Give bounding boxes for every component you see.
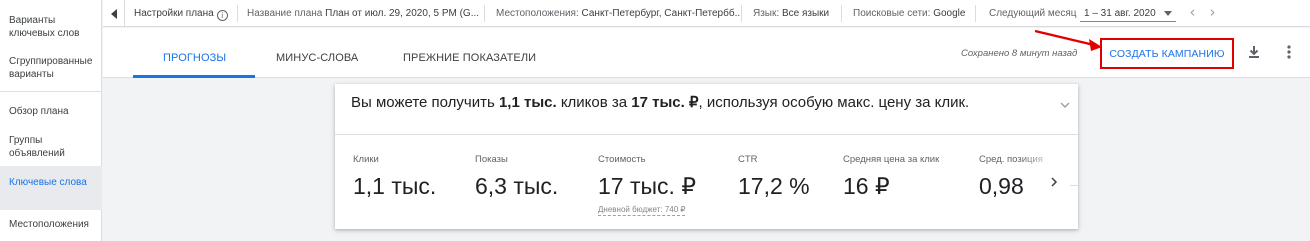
saved-status: Сохранено 8 минут назад — [961, 48, 1078, 59]
metric-value: 0,98 — [979, 173, 1024, 199]
plan-settings[interactable]: Настройки плана i — [134, 8, 228, 21]
card-divider — [335, 134, 1078, 135]
chevron-down-icon[interactable] — [1060, 101, 1070, 109]
plan-language[interactable]: Язык: Все языки — [753, 8, 829, 20]
divider — [741, 5, 742, 22]
create-campaign-button[interactable]: СОЗДАТЬ КАМПАНИЮ — [1100, 38, 1234, 69]
plan-locations[interactable]: Местоположения: Санкт-Петербург, Санкт-П… — [496, 8, 743, 20]
metric-label: CTR — [738, 154, 758, 165]
more-vert-icon[interactable] — [1281, 44, 1297, 60]
metric-value: 16 ₽ — [843, 173, 890, 199]
date-range-value: 1 – 31 авг. 2020 — [1084, 8, 1156, 19]
info-icon[interactable]: i — [216, 10, 228, 21]
chevron-right-icon[interactable] — [1045, 173, 1063, 191]
sidebar-item-plan-overview[interactable]: Обзор плана — [9, 105, 99, 118]
locations-value: Санкт-Петербург, Санкт-Петербб... — [581, 8, 743, 19]
metric-value: 17 тыс. ₽ — [598, 173, 696, 199]
chevron-right-icon[interactable]: › — [1204, 5, 1221, 22]
metric-impressions[interactable]: Показы 6,3 тыс. — [475, 154, 558, 199]
divider — [484, 5, 485, 22]
sidebar-item-keyword-ideas[interactable]: Варианты ключевых слов — [9, 14, 99, 40]
plan-settings-label: Настройки плана — [134, 8, 214, 19]
divider — [237, 5, 238, 22]
plan-name-label: Название плана — [247, 8, 323, 19]
caret-down-icon — [1164, 11, 1172, 16]
download-icon[interactable] — [1246, 44, 1262, 60]
language-value: Все языки — [781, 8, 830, 19]
metric-avg-cpc[interactable]: Средняя цена за клик 16 ₽ — [843, 154, 939, 199]
overflow-fade — [1020, 144, 1060, 174]
metric-ctr[interactable]: CTR 17,2 % — [738, 154, 810, 199]
divider — [975, 5, 976, 22]
sidebar-item-ad-groups[interactable]: Группы объявлений — [9, 134, 99, 160]
active-tab-indicator — [133, 75, 255, 78]
sidebar-item-grouped-ideas[interactable]: Сгруппированные варианты — [9, 55, 99, 81]
metric-value: 1,1 тыс. — [353, 173, 437, 199]
metric-label: Средняя цена за клик — [843, 154, 940, 165]
date-range-select[interactable]: 1 – 31 авг. 2020 — [1080, 5, 1176, 22]
collapse-sidebar-button[interactable] — [103, 0, 125, 27]
tabs-header: ПРОГНОЗЫ МИНУС-СЛОВА ПРЕЖНИЕ ПОКАЗАТЕЛИ … — [103, 28, 1310, 78]
summary-prefix: Вы можете получить — [351, 94, 499, 111]
plan-networks[interactable]: Поисковые сети: Google — [853, 8, 965, 20]
metric-label: Стоимость — [598, 154, 646, 165]
sidebar-item-keywords[interactable]: Ключевые слова — [9, 176, 99, 189]
sidebar-item-locations[interactable]: Местоположения — [9, 218, 99, 231]
summary-clicks: 1,1 тыс. — [498, 94, 557, 111]
metric-label: Показы — [475, 154, 508, 165]
plan-name-value: План от июл. 29, 2020, 5 PM (G... — [325, 8, 480, 19]
forecast-card: Вы можете получить 1,1 тыс. кликов за 17… — [335, 84, 1078, 229]
plan-name[interactable]: Название плана План от июл. 29, 2020, 5 … — [247, 8, 479, 20]
divider — [841, 5, 842, 22]
networks-label: Поисковые сети: — [853, 8, 931, 19]
sidebar: Варианты ключевых слов Сгруппированные в… — [0, 0, 102, 241]
summary-suffix: , используя особую макс. цену за клик. — [698, 94, 970, 111]
chevron-left-icon[interactable]: ‹ — [1184, 5, 1201, 22]
tab-forecasts[interactable]: ПРОГНОЗЫ — [163, 52, 226, 64]
metric-value: 6,3 тыс. — [475, 173, 559, 199]
locations-label: Местоположения: — [496, 8, 579, 19]
summary-cost: 17 тыс. ₽ — [631, 94, 699, 111]
metric-clicks[interactable]: Клики 1,1 тыс. — [353, 154, 436, 199]
language-label: Язык: — [753, 8, 780, 19]
sidebar-divider — [0, 91, 102, 92]
triangle-left-icon — [110, 8, 117, 19]
period-label: Следующий месяц — [989, 8, 1077, 19]
networks-value: Google — [933, 8, 966, 19]
metric-cost[interactable]: Стоимость 17 тыс. ₽ Дневной бюджет: 740 … — [598, 154, 696, 217]
forecast-summary: Вы можете получить 1,1 тыс. кликов за 17… — [351, 94, 969, 112]
daily-budget-link[interactable]: Дневной бюджет: 740 ₽ — [598, 205, 686, 216]
metric-value: 17,2 % — [738, 173, 810, 199]
summary-middle: кликов за — [556, 94, 632, 111]
divider — [1070, 185, 1078, 186]
tab-historical-metrics[interactable]: ПРЕЖНИЕ ПОКАЗАТЕЛИ — [403, 52, 536, 64]
metric-label: Клики — [353, 154, 379, 165]
tab-negative-keywords[interactable]: МИНУС-СЛОВА — [276, 52, 358, 64]
plan-summary-bar: Настройки плана i Название плана План от … — [103, 0, 1310, 27]
